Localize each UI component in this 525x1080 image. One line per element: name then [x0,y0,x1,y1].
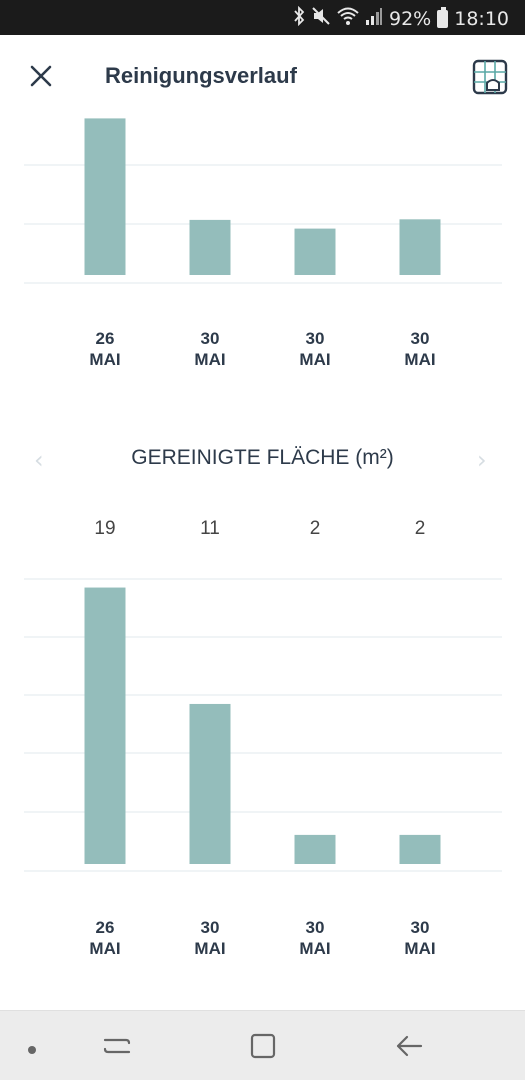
value-label: 2 [309,518,321,539]
date-label: 30 MAI [380,917,460,959]
system-nav-bar [0,1010,525,1080]
date-label: 30 MAI [275,328,355,370]
signal-icon [365,6,383,32]
clock: 18:10 [454,8,509,30]
chart-bar[interactable] [84,118,126,276]
date-label: 26 MAI [65,328,145,370]
date-day: 30 [200,329,220,348]
date-month: MAI [194,350,226,369]
cleaned-area-chart [24,578,502,872]
app-header: Reinigungsverlauf [0,35,525,115]
battery-icon [437,7,449,28]
date-day: 30 [410,329,430,348]
date-month: MAI [89,350,121,369]
date-label: 26 MAI [65,917,145,959]
chart-bar[interactable] [189,219,231,275]
back-icon[interactable] [394,1031,424,1066]
date-day: 26 [95,918,115,937]
bluetooth-icon [293,5,305,32]
home-icon[interactable] [248,1031,278,1066]
dot-icon[interactable] [27,1042,37,1060]
date-day: 30 [305,918,325,937]
battery-percentage: 92% [389,8,432,30]
date-label: 30 MAI [170,917,250,959]
date-month: MAI [89,939,121,958]
cleaning-duration-chart [24,118,502,284]
date-day: 30 [200,918,220,937]
floor-map-button[interactable] [472,59,508,95]
chart-bar[interactable] [399,219,441,275]
date-label: 30 MAI [170,328,250,370]
mute-icon [311,6,331,32]
date-day: 30 [410,918,430,937]
status-bar: 92% 18:10 [0,0,525,35]
wifi-icon [337,6,359,32]
date-label: 30 MAI [380,328,460,370]
chart-bar[interactable] [189,703,231,864]
recent-apps-icon[interactable] [102,1031,132,1066]
chart-bar[interactable] [399,834,441,864]
close-icon [30,65,52,87]
chart-title: GEREINIGTE FLÄCHE (m²) [131,446,394,469]
chart-bar[interactable] [84,587,126,864]
status-icons: 92% 18:10 [293,5,509,32]
date-day: 26 [95,329,115,348]
floor-map-icon [472,59,508,95]
date-month: MAI [299,350,331,369]
value-label: 11 [200,518,220,539]
chevron-right-icon[interactable]: › [477,446,487,474]
date-month: MAI [194,939,226,958]
value-label: 2 [414,518,426,539]
date-day: 30 [305,329,325,348]
chart-bar[interactable] [294,228,336,275]
date-month: MAI [404,939,436,958]
page-title: Reinigungsverlauf [105,63,297,88]
date-month: MAI [404,350,436,369]
date-month: MAI [299,939,331,958]
chart-bar[interactable] [294,834,336,864]
date-label: 30 MAI [275,917,355,959]
value-label: 19 [94,518,116,539]
close-button[interactable] [24,59,58,93]
